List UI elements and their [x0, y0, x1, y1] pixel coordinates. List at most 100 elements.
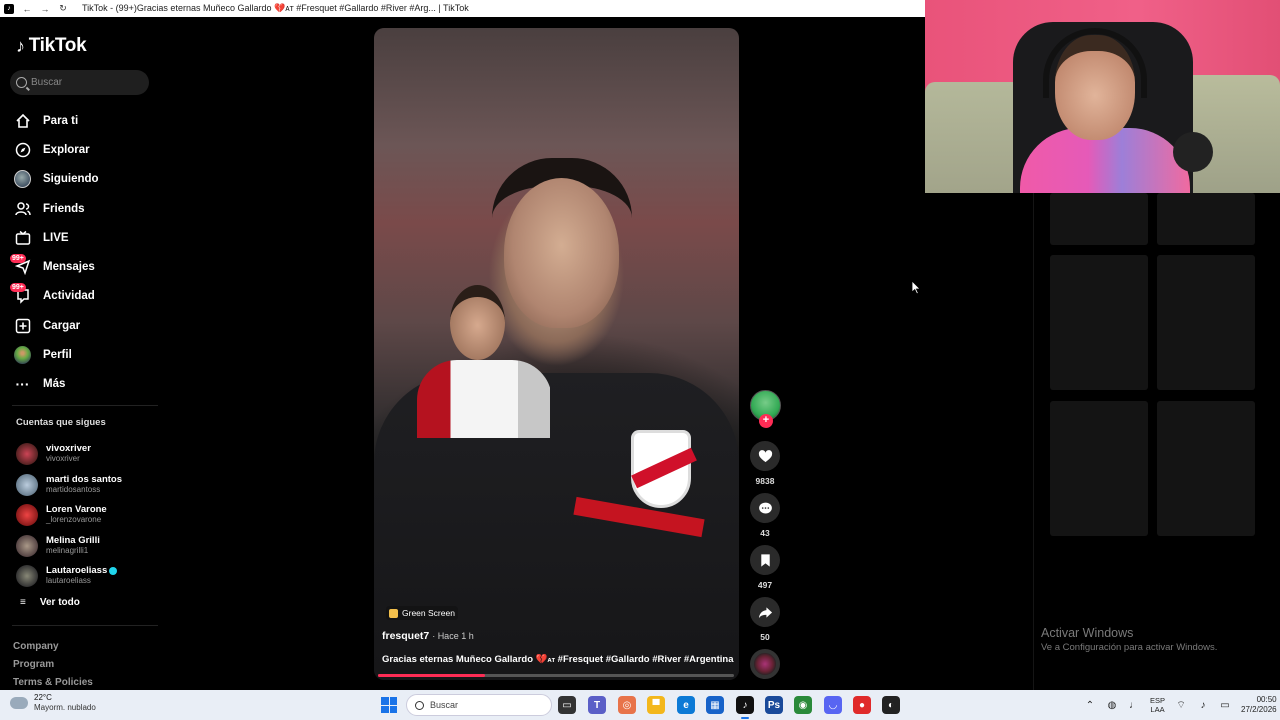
network-icon[interactable]: ◍	[1106, 699, 1118, 711]
main-nav: Para ti Explorar Siguiendo Friends LIVE	[10, 106, 164, 399]
microphone-tray-icon[interactable]: ♩	[1128, 699, 1140, 711]
rec-tile[interactable]	[1157, 255, 1255, 390]
share-button[interactable]	[750, 597, 780, 627]
save-button[interactable]	[750, 545, 780, 575]
footer-links: Company Program Terms & Policies	[13, 638, 93, 692]
friends-icon	[14, 200, 31, 217]
caption-small-text: ᴀᴛ	[547, 657, 556, 664]
rec-tile[interactable]	[1050, 255, 1148, 390]
following-account[interactable]: Lautaroeliass lautaroeliass	[16, 561, 161, 592]
nav-actividad[interactable]: 99+ Actividad	[10, 282, 164, 311]
reload-icon[interactable]: ↻	[58, 3, 68, 14]
list-icon: ≡	[20, 597, 26, 608]
nav-para-ti[interactable]: Para ti	[14, 106, 164, 135]
chrome-icon[interactable]: ◉	[794, 696, 812, 714]
overlay-shirt	[417, 360, 550, 438]
wifi-icon[interactable]: ⌔	[1175, 699, 1187, 711]
nav-mensajes[interactable]: 99+ Mensajes	[10, 252, 164, 281]
effect-label: Green Screen	[402, 608, 455, 618]
like-button[interactable]	[750, 441, 780, 471]
see-all-button[interactable]: ≡ Ver todo	[20, 597, 80, 608]
following-account[interactable]: Melina Grilli melinagrilli1	[16, 531, 161, 562]
nav-perfil[interactable]: Perfil	[14, 340, 164, 369]
nav-siguiendo[interactable]: Siguiendo	[14, 165, 164, 194]
tiktok-taskbar-icon[interactable]: ♪	[736, 696, 754, 714]
recommendations-panel	[1033, 193, 1280, 690]
broken-heart-emoji: 💔	[535, 654, 548, 665]
tiktok-favicon-icon: ♪	[4, 3, 14, 14]
account-handle: vivoxriver	[46, 454, 80, 464]
forward-arrow-icon[interactable]: →	[40, 4, 50, 14]
red-app-icon[interactable]: ●	[853, 696, 871, 714]
search-box[interactable]	[10, 70, 149, 95]
nav-label: Más	[43, 378, 66, 391]
clock[interactable]: 00:50 27/2/2026	[1241, 695, 1277, 715]
rec-tile[interactable]	[1157, 401, 1255, 536]
verified-badge-icon	[109, 566, 118, 575]
music-disc-icon[interactable]	[750, 649, 780, 679]
windows-start-icon[interactable]	[381, 697, 397, 713]
edge-icon[interactable]: e	[677, 696, 695, 714]
nav-cargar[interactable]: Cargar	[14, 311, 164, 340]
tiktok-note-icon: ♪	[16, 35, 25, 56]
nav-live[interactable]: LIVE	[14, 223, 164, 252]
chevron-up-icon[interactable]: ⌃	[1084, 699, 1096, 711]
compass-icon	[14, 141, 31, 158]
copilot-icon[interactable]: ◎	[618, 696, 636, 714]
share-arrow-icon	[758, 606, 772, 618]
tab-title[interactable]: TikTok - (99+)Gracias eternas Muñeco Gal…	[82, 3, 469, 14]
effect-tag[interactable]: Green Screen	[386, 606, 458, 620]
obs-icon[interactable]: ◐	[882, 696, 900, 714]
photoshop-icon[interactable]: Ps	[765, 696, 783, 714]
volume-icon[interactable]: ♪	[1197, 699, 1209, 711]
following-account[interactable]: vivoxriver vivoxriver	[16, 439, 161, 470]
comment-button[interactable]	[750, 493, 780, 523]
weather-condition: Mayorm. nublado	[34, 703, 96, 712]
video-progress-bar[interactable]	[378, 674, 734, 677]
footer-link-program[interactable]: Program	[13, 656, 93, 674]
messages-icon: 99+	[10, 253, 31, 276]
overlay-face	[450, 285, 505, 360]
battery-icon[interactable]: ▭	[1219, 699, 1231, 711]
teams-icon[interactable]: T	[588, 696, 606, 714]
footer-link-company[interactable]: Company	[13, 638, 93, 656]
green-screen-effect-icon	[389, 608, 398, 618]
more-icon: ···	[15, 376, 30, 393]
temperature: 22°C	[34, 693, 52, 702]
language-indicator[interactable]: ESP LAA	[1150, 696, 1165, 714]
following-account[interactable]: Loren Varone _lorenzovarone	[16, 500, 161, 531]
follow-plus-icon[interactable]: +	[759, 414, 773, 428]
river-plate-crest	[631, 430, 691, 508]
search-input[interactable]	[31, 77, 141, 88]
following-account[interactable]: marti dos santos martidosantoss	[16, 470, 161, 501]
windows-activation-watermark: Activar Windows Ve a Configuración para …	[1041, 626, 1217, 653]
tiktok-logo[interactable]: ♪ TikTok	[16, 35, 87, 57]
taskbar-search[interactable]: Buscar	[406, 694, 552, 716]
lang-top: ESP	[1150, 696, 1166, 705]
upload-icon	[14, 317, 31, 334]
lang-bottom: LAA	[1150, 705, 1165, 714]
rec-tile[interactable]	[1050, 401, 1148, 536]
cloud-sun-icon	[10, 697, 28, 709]
task-view-icon[interactable]: ▭	[558, 696, 576, 714]
system-tray: ⌃ ◍ ♩ ESP LAA ⌔ ♪ ▭ 00:50 27/2/2026 ◔	[1084, 690, 1280, 720]
discord-icon[interactable]: ◡	[824, 696, 842, 714]
caption-hashtags[interactable]: #Fresquet #Gallardo #River #Argentina	[555, 654, 734, 665]
store-icon[interactable]: ▦	[706, 696, 724, 714]
caption-text: Gracias eternas Muñeco Gallardo	[382, 654, 536, 665]
following-list: vivoxriver vivoxriver marti dos santos mar…	[16, 439, 161, 592]
account-avatar	[16, 534, 38, 557]
author-name: fresquet7	[382, 630, 430, 642]
save-count: 497	[757, 580, 773, 590]
file-explorer-icon[interactable]: ▀	[647, 696, 665, 714]
nav-mas[interactable]: ··· Más	[14, 370, 164, 399]
weather-widget[interactable]: 22°C Mayorm. nublado	[10, 693, 96, 713]
following-section-title: Cuentas que sigues	[16, 417, 106, 428]
video-player[interactable]	[374, 28, 739, 680]
rec-tile[interactable]	[1050, 193, 1148, 245]
nav-friends[interactable]: Friends	[14, 194, 164, 223]
rec-tile[interactable]	[1157, 193, 1255, 245]
video-author[interactable]: fresquet7 · Hace 1 h	[382, 630, 474, 642]
nav-explorar[interactable]: Explorar	[14, 135, 164, 164]
back-arrow-icon[interactable]: ←	[22, 4, 32, 14]
